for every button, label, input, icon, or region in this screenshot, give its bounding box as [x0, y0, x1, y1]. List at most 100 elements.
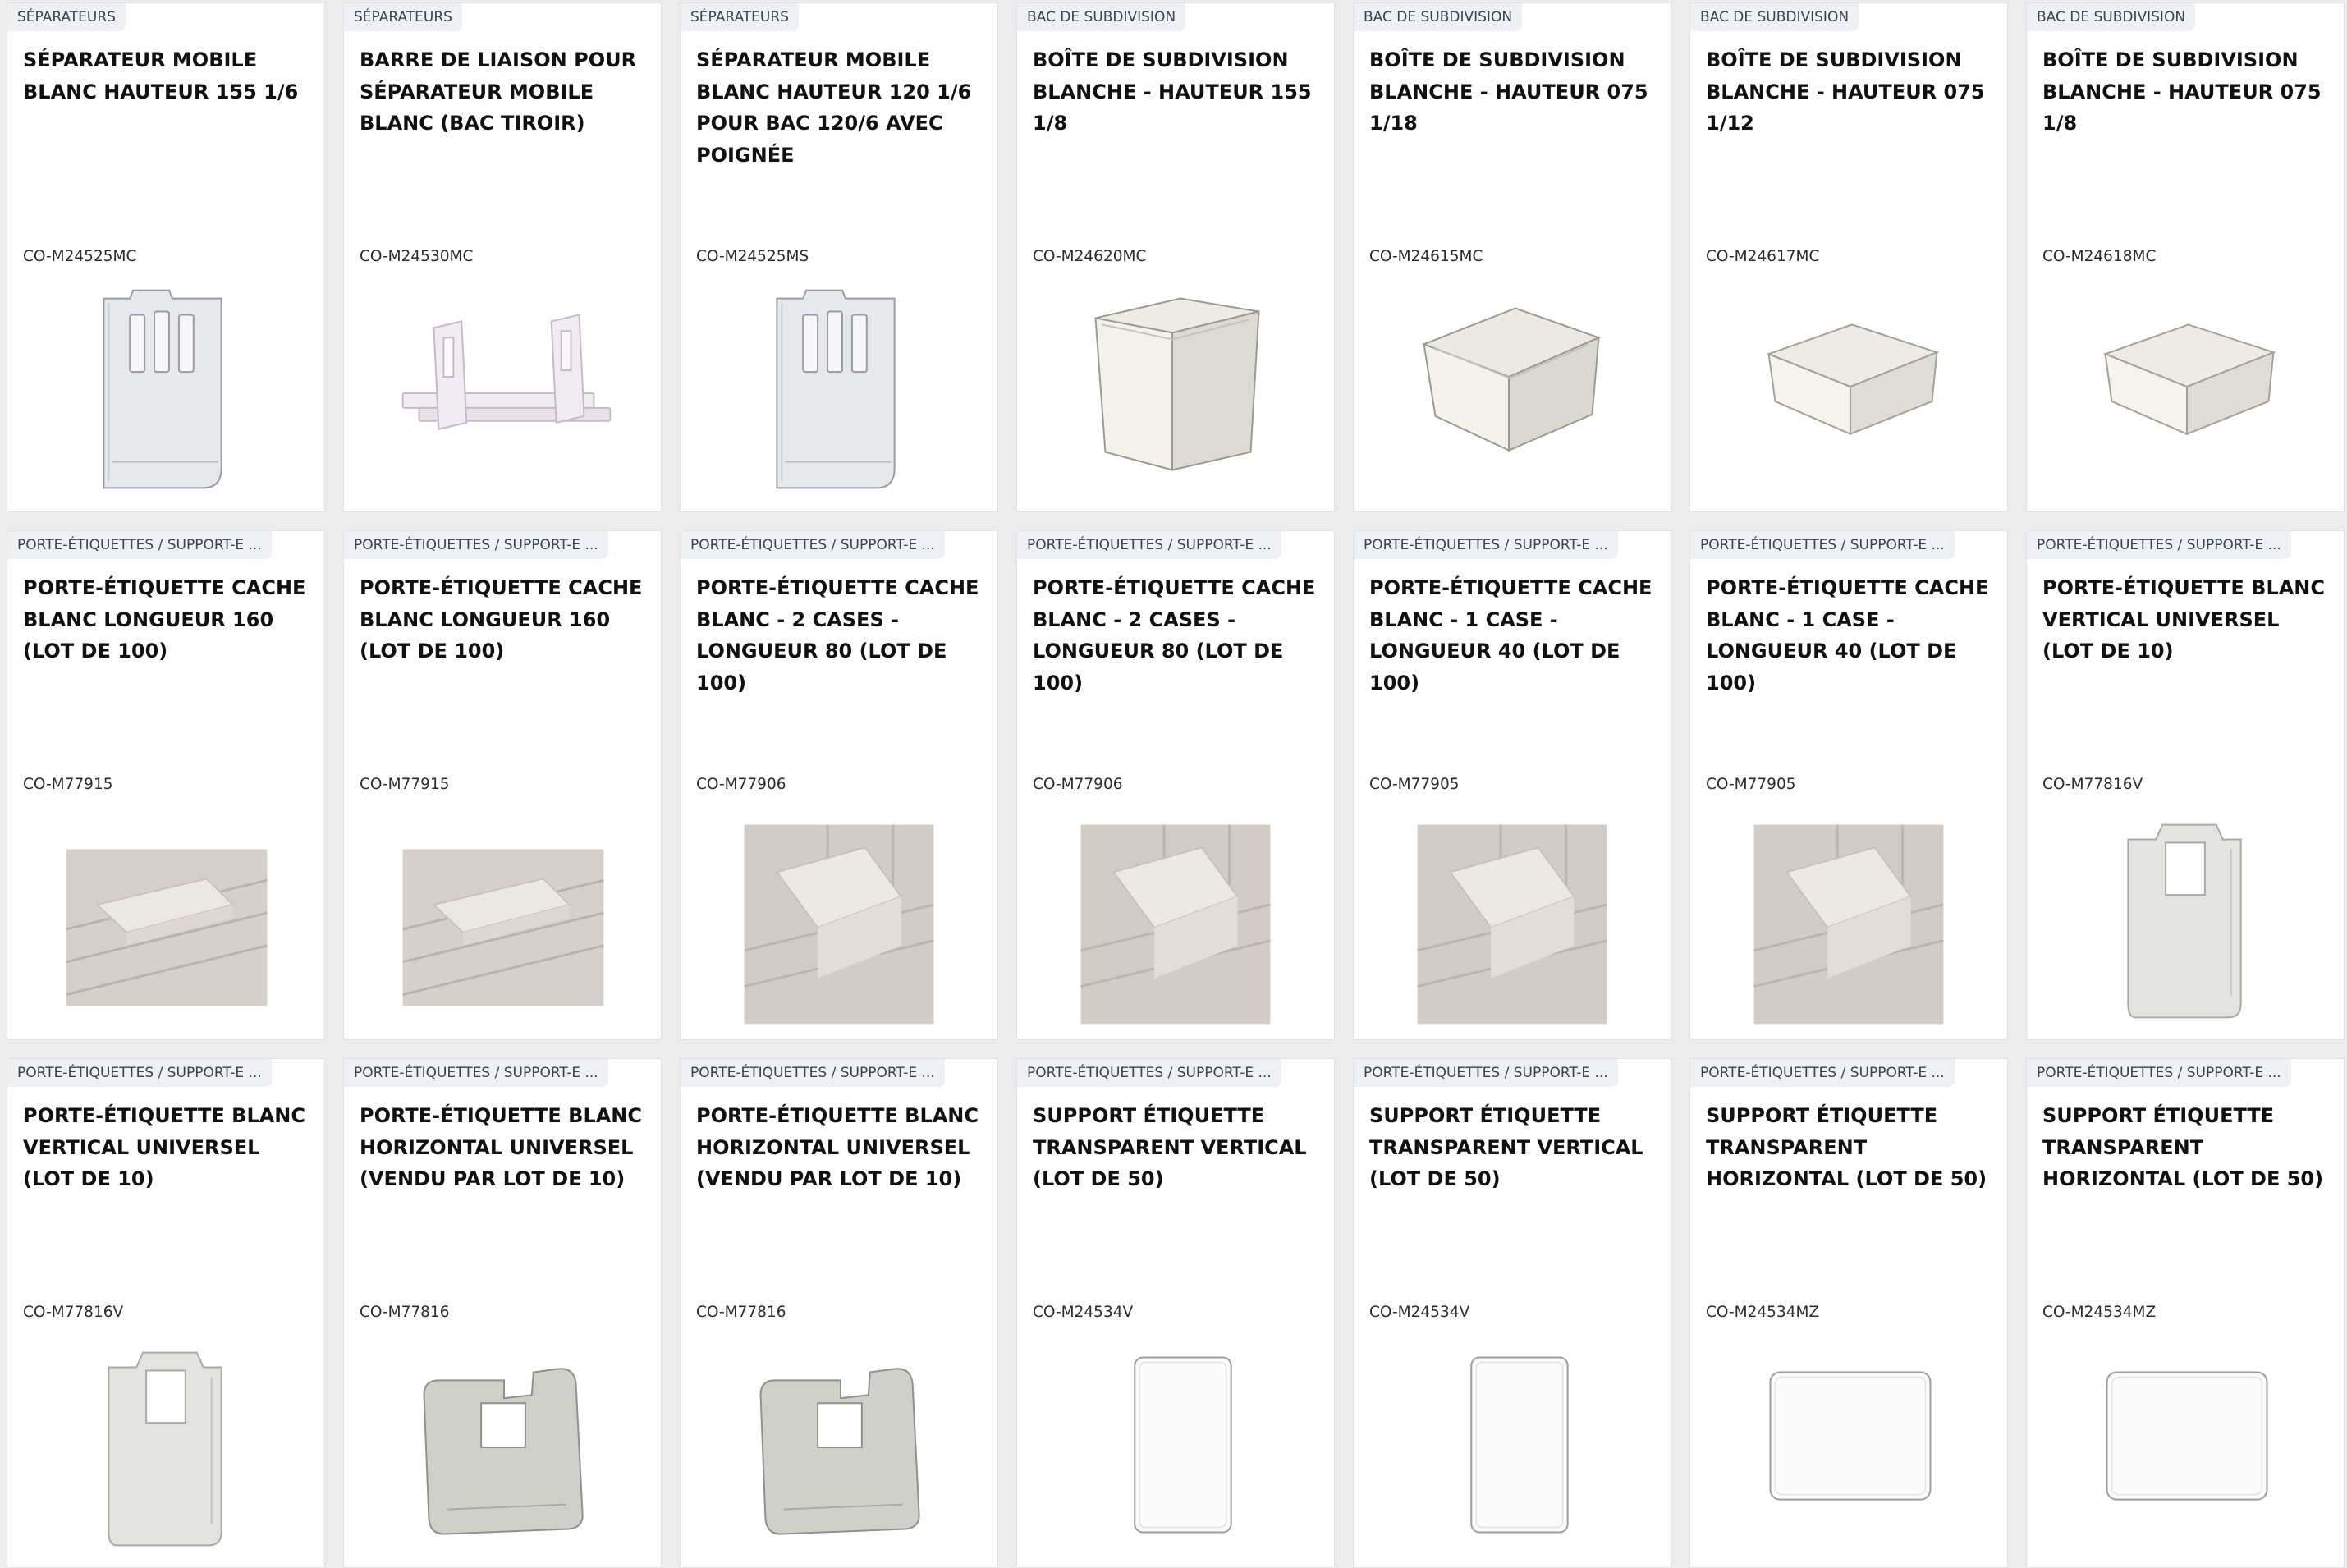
product-title[interactable]: SUPPORT ÉTIQUETTE TRANSPARENT HORIZONTAL… [1706, 1100, 1996, 1195]
product-title[interactable]: BOÎTE DE SUBDIVISION BLANCHE - HAUTEUR 0… [2042, 44, 2332, 140]
product-grid: SÉPARATEURS SÉPARATEUR MOBILE BLANC HAUT… [7, 2, 2345, 1568]
product-card[interactable]: BAC DE SUBDIVISION BOÎTE DE SUBDIVISION … [2026, 2, 2345, 512]
product-card[interactable]: PORTE-ÉTIQUETTES / SUPPORT-E ... PORTE-É… [343, 530, 662, 1040]
category-badge: PORTE-ÉTIQUETTES / SUPPORT-E ... [681, 1059, 945, 1087]
product-card[interactable]: PORTE-ÉTIQUETTES / SUPPORT-E ... PORTE-É… [1016, 530, 1335, 1040]
product-image[interactable] [1690, 278, 2007, 500]
product-sku: CO-M24534V [1033, 1304, 1134, 1321]
category-badge: PORTE-ÉTIQUETTES / SUPPORT-E ... [1354, 1059, 1618, 1087]
product-sku: CO-M24534MZ [1706, 1304, 1820, 1321]
product-title[interactable]: SUPPORT ÉTIQUETTE TRANSPARENT HORIZONTAL… [2042, 1100, 2332, 1195]
product-sku: CO-M77816 [696, 1304, 786, 1321]
product-image[interactable] [1690, 1334, 2007, 1556]
product-sku: CO-M77905 [1706, 776, 1796, 793]
product-title[interactable]: PORTE-ÉTIQUETTE BLANC VERTICAL UNIVERSEL… [2042, 572, 2332, 667]
category-badge: BAC DE SUBDIVISION [1690, 3, 1859, 31]
category-badge: PORTE-ÉTIQUETTES / SUPPORT-E ... [344, 531, 608, 559]
product-card[interactable]: PORTE-ÉTIQUETTES / SUPPORT-E ... PORTE-É… [7, 1058, 325, 1568]
category-badge: BAC DE SUBDIVISION [1354, 3, 1523, 31]
product-title[interactable]: PORTE-ÉTIQUETTE CACHE BLANC - 2 CASES - … [1033, 572, 1322, 699]
category-badge: PORTE-ÉTIQUETTES / SUPPORT-E ... [344, 1059, 608, 1087]
category-badge: PORTE-ÉTIQUETTES / SUPPORT-E ... [2027, 1059, 2291, 1087]
product-sku: CO-M24525MC [23, 248, 137, 265]
product-card[interactable]: BAC DE SUBDIVISION BOÎTE DE SUBDIVISION … [1353, 2, 1671, 512]
category-badge: PORTE-ÉTIQUETTES / SUPPORT-E ... [1017, 531, 1281, 559]
product-image[interactable] [1690, 806, 2007, 1028]
product-card[interactable]: PORTE-ÉTIQUETTES / SUPPORT-E ... PORTE-É… [680, 1058, 998, 1568]
product-title[interactable]: PORTE-ÉTIQUETTE CACHE BLANC LONGUEUR 160… [360, 572, 649, 667]
product-sku: CO-M77915 [360, 776, 450, 793]
category-badge: PORTE-ÉTIQUETTES / SUPPORT-E ... [7, 1059, 272, 1087]
product-title[interactable]: BOÎTE DE SUBDIVISION BLANCHE - HAUTEUR 1… [1033, 44, 1322, 140]
product-sku: CO-M77915 [23, 776, 113, 793]
product-card[interactable]: PORTE-ÉTIQUETTES / SUPPORT-E ... SUPPORT… [1016, 1058, 1335, 1568]
product-sku: CO-M24534V [1369, 1304, 1470, 1321]
product-image[interactable] [7, 1334, 324, 1556]
product-card[interactable]: PORTE-ÉTIQUETTES / SUPPORT-E ... SUPPORT… [1353, 1058, 1671, 1568]
category-badge: PORTE-ÉTIQUETTES / SUPPORT-E ... [681, 531, 945, 559]
product-title[interactable]: PORTE-ÉTIQUETTE BLANC VERTICAL UNIVERSEL… [23, 1100, 313, 1195]
product-title[interactable]: PORTE-ÉTIQUETTE CACHE BLANC LONGUEUR 160… [23, 572, 313, 667]
product-card[interactable]: PORTE-ÉTIQUETTES / SUPPORT-E ... SUPPORT… [2026, 1058, 2345, 1568]
product-sku: CO-M24620MC [1033, 248, 1147, 265]
product-image[interactable] [7, 278, 324, 500]
product-card[interactable]: SÉPARATEURS BARRE DE LIAISON POUR SÉPARA… [343, 2, 662, 512]
category-badge: SÉPARATEURS [344, 3, 462, 31]
product-card[interactable]: PORTE-ÉTIQUETTES / SUPPORT-E ... PORTE-É… [343, 1058, 662, 1568]
product-title[interactable]: PORTE-ÉTIQUETTE CACHE BLANC - 1 CASE - L… [1369, 572, 1659, 699]
product-title[interactable]: SUPPORT ÉTIQUETTE TRANSPARENT VERTICAL (… [1369, 1100, 1659, 1195]
product-image[interactable] [2027, 1334, 2344, 1556]
category-badge: BAC DE SUBDIVISION [1017, 3, 1186, 31]
product-card[interactable]: BAC DE SUBDIVISION BOÎTE DE SUBDIVISION … [1689, 2, 2008, 512]
product-title[interactable]: BOÎTE DE SUBDIVISION BLANCHE - HAUTEUR 0… [1706, 44, 1996, 140]
product-card[interactable]: PORTE-ÉTIQUETTES / SUPPORT-E ... PORTE-É… [680, 530, 998, 1040]
product-image[interactable] [344, 1334, 661, 1556]
product-title[interactable]: BARRE DE LIAISON POUR SÉPARATEUR MOBILE … [360, 44, 649, 140]
product-image[interactable] [2027, 806, 2344, 1028]
product-image[interactable] [344, 278, 661, 500]
product-sku: CO-M24534MZ [2042, 1304, 2157, 1321]
product-sku: CO-M24617MC [1706, 248, 1820, 265]
product-image[interactable] [1017, 278, 1334, 500]
product-title[interactable]: PORTE-ÉTIQUETTE BLANC HORIZONTAL UNIVERS… [360, 1100, 649, 1195]
category-badge: SÉPARATEURS [7, 3, 126, 31]
product-card[interactable]: PORTE-ÉTIQUETTES / SUPPORT-E ... PORTE-É… [2026, 530, 2345, 1040]
product-sku: CO-M77816 [360, 1304, 450, 1321]
product-image[interactable] [1354, 806, 1671, 1028]
product-title[interactable]: SUPPORT ÉTIQUETTE TRANSPARENT VERTICAL (… [1033, 1100, 1322, 1195]
product-sku: CO-M77816V [23, 1304, 124, 1321]
product-card[interactable]: SÉPARATEURS SÉPARATEUR MOBILE BLANC HAUT… [680, 2, 998, 512]
product-image[interactable] [1354, 278, 1671, 500]
product-image[interactable] [7, 806, 324, 1028]
product-title[interactable]: SÉPARATEUR MOBILE BLANC HAUTEUR 155 1/6 [23, 44, 313, 108]
product-card[interactable]: SÉPARATEURS SÉPARATEUR MOBILE BLANC HAUT… [7, 2, 325, 512]
product-title[interactable]: PORTE-ÉTIQUETTE BLANC HORIZONTAL UNIVERS… [696, 1100, 986, 1195]
product-title[interactable]: SÉPARATEUR MOBILE BLANC HAUTEUR 120 1/6 … [696, 44, 986, 171]
product-card[interactable]: BAC DE SUBDIVISION BOÎTE DE SUBDIVISION … [1016, 2, 1335, 512]
product-image[interactable] [2027, 278, 2344, 500]
category-badge: SÉPARATEURS [681, 3, 799, 31]
product-sku: CO-M77816V [2042, 776, 2143, 793]
category-badge: PORTE-ÉTIQUETTES / SUPPORT-E ... [1017, 1059, 1281, 1087]
product-card[interactable]: PORTE-ÉTIQUETTES / SUPPORT-E ... PORTE-É… [1689, 530, 2008, 1040]
product-image[interactable] [681, 278, 997, 500]
product-image[interactable] [1017, 806, 1334, 1028]
product-image[interactable] [1354, 1334, 1671, 1556]
product-image[interactable] [1017, 1334, 1334, 1556]
product-image[interactable] [681, 1334, 997, 1556]
product-card[interactable]: PORTE-ÉTIQUETTES / SUPPORT-E ... PORTE-É… [7, 530, 325, 1040]
product-card[interactable]: PORTE-ÉTIQUETTES / SUPPORT-E ... SUPPORT… [1689, 1058, 2008, 1568]
product-title[interactable]: PORTE-ÉTIQUETTE CACHE BLANC - 1 CASE - L… [1706, 572, 1996, 699]
product-sku: CO-M77906 [696, 776, 786, 793]
category-badge: PORTE-ÉTIQUETTES / SUPPORT-E ... [1690, 1059, 1955, 1087]
product-title[interactable]: BOÎTE DE SUBDIVISION BLANCHE - HAUTEUR 0… [1369, 44, 1659, 140]
product-sku: CO-M77906 [1033, 776, 1123, 793]
product-image[interactable] [344, 806, 661, 1028]
product-title[interactable]: PORTE-ÉTIQUETTE CACHE BLANC - 2 CASES - … [696, 572, 986, 699]
product-card[interactable]: PORTE-ÉTIQUETTES / SUPPORT-E ... PORTE-É… [1353, 530, 1671, 1040]
product-sku: CO-M24530MC [360, 248, 474, 265]
product-sku: CO-M77905 [1369, 776, 1460, 793]
product-image[interactable] [681, 806, 997, 1028]
category-badge: BAC DE SUBDIVISION [2027, 3, 2196, 31]
product-sku: CO-M24525MS [696, 248, 809, 265]
